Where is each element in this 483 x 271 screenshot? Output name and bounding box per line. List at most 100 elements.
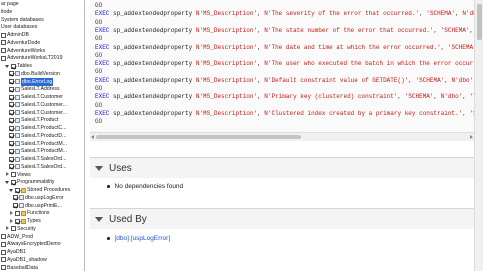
code-token: N'MS_Description': [195, 10, 258, 18]
chevron-right-icon[interactable]: [5, 172, 10, 177]
tree-item-checkbox[interactable]: [9, 110, 14, 115]
used-by-section-title: Used By: [109, 213, 147, 225]
tree-item-checkbox[interactable]: [9, 156, 14, 162]
chevron-down-icon[interactable]: [5, 180, 10, 185]
code-token: GO: [95, 101, 103, 109]
tree-item-label: BaseballData: [7, 264, 38, 271]
code-token: EXEC: [95, 109, 114, 117]
tree-item-checkbox[interactable]: [11, 179, 16, 185]
tree-item-checkbox[interactable]: [9, 71, 14, 77]
code-token: N'dbo': [440, 93, 463, 101]
tree-item-checkbox[interactable]: [1, 249, 6, 255]
code-token: GO: [95, 35, 103, 43]
tree-item-checkbox[interactable]: [1, 257, 6, 263]
tree-item-checkbox[interactable]: [15, 218, 20, 224]
uses-section-body: No dependencies found: [90, 178, 474, 198]
tree-item[interactable]: BaseballData: [1, 264, 38, 271]
code-token: sp_addextendedproperty: [113, 26, 196, 34]
table-icon: [15, 156, 20, 162]
tree-item-checkbox[interactable]: [1, 234, 6, 239]
code-token: 'SCHEMA': [440, 26, 470, 34]
scroll-left-icon[interactable]: [91, 134, 94, 139]
code-token: sp_addextendedproperty: [113, 109, 196, 117]
folder-icon: [21, 218, 26, 224]
code-line: GO: [95, 118, 102, 126]
chevron-down-icon[interactable]: [9, 188, 14, 193]
table-icon: [15, 117, 20, 123]
list-item: [dbo].[uspLogError]: [107, 235, 170, 242]
tree-item-checkbox[interactable]: [11, 226, 16, 232]
code-token: N'Default constraint value of GETDATE()': [264, 76, 409, 84]
code-token: N'MS_Description': [195, 43, 258, 51]
chevron-right-icon[interactable]: [9, 218, 14, 224]
tree-item-checkbox[interactable]: [1, 55, 6, 61]
code-horizontal-scrollbar[interactable]: [90, 132, 474, 141]
table-icon: [15, 148, 20, 154]
tree-item-checkbox[interactable]: [1, 48, 6, 53]
tree-item-checkbox[interactable]: [1, 32, 6, 38]
tree-item-checkbox[interactable]: [9, 94, 14, 100]
used-by-link[interactable]: [dbo].[uspLogError]: [115, 235, 171, 242]
code-line: GO: [95, 102, 102, 110]
tree-item-checkbox[interactable]: [9, 117, 14, 123]
code-token: N'MS_Description': [195, 109, 258, 117]
tree-item-checkbox[interactable]: [9, 148, 14, 154]
tree-item-checkbox[interactable]: [9, 164, 14, 170]
scrollbar-thumb[interactable]: [477, 4, 482, 40]
script-code-view[interactable]: GO EXEC sp_addextendedproperty N'MS_Descr…: [90, 0, 474, 141]
chevron-right-icon[interactable]: [9, 210, 14, 216]
scroll-right-icon[interactable]: [470, 134, 473, 139]
code-token: 'SCHEMA': [426, 10, 456, 18]
table-icon: [15, 125, 20, 131]
tree-item-checkbox[interactable]: [9, 86, 14, 92]
code-line: GO: [95, 35, 102, 43]
tree-item-checkbox[interactable]: [15, 210, 20, 216]
page-vertical-scrollbar[interactable]: [474, 0, 483, 271]
folder-icon: [21, 187, 26, 193]
code-token: GO: [95, 51, 103, 59]
code-token: N'MS_Description': [195, 93, 258, 101]
object-tree[interactable]: ar page itode System databases User databas…: [0, 0, 85, 271]
proc-icon: [19, 195, 24, 201]
code-token: 'SCHEMA': [447, 43, 474, 51]
table-icon: [15, 71, 20, 77]
chevron-down-icon[interactable]: [5, 64, 10, 69]
tree-item-checkbox[interactable]: [9, 79, 14, 84]
tree-item-checkbox[interactable]: [13, 195, 18, 201]
code-token: N'The user who executed the batch in whi…: [264, 60, 474, 68]
chevron-right-icon[interactable]: [5, 226, 10, 231]
tree-item-checkbox[interactable]: [1, 241, 6, 247]
code-token: EXEC: [95, 76, 114, 84]
tree-item-checkbox[interactable]: [13, 203, 18, 208]
tree-item-checkbox[interactable]: [9, 102, 14, 108]
code-token: GO: [95, 118, 103, 126]
code-token: sp_addextendedproperty: [113, 76, 196, 84]
code-token: sp_addextendedproperty: [113, 43, 196, 51]
tree-item-checkbox[interactable]: [11, 63, 16, 69]
scrollbar-thumb[interactable]: [96, 135, 301, 139]
table-icon: [15, 133, 20, 139]
tree-item-checkbox[interactable]: [11, 172, 16, 177]
uses-section-title: Uses: [109, 162, 132, 174]
code-token: GO: [95, 2, 103, 9]
uses-section-header[interactable]: Uses: [90, 157, 474, 179]
code-token: EXEC: [95, 43, 114, 51]
code-token: EXEC: [95, 10, 114, 18]
collapse-chevron-icon[interactable]: [95, 216, 103, 222]
code-line: EXEC sp_addextendedproperty N'MS_Descrip…: [95, 60, 474, 68]
code-token: N'The severity of the error that occurre…: [264, 10, 420, 18]
code-line: EXEC sp_addextendedproperty N'MS_Descrip…: [95, 27, 474, 35]
tree-item-checkbox[interactable]: [15, 187, 20, 193]
code-token: ,: [433, 26, 441, 34]
code-token: ,: [397, 93, 405, 101]
tree-item-checkbox[interactable]: [1, 265, 6, 270]
table-icon: [15, 110, 20, 115]
tree-item-checkbox[interactable]: [9, 141, 14, 146]
collapse-chevron-icon[interactable]: [95, 165, 103, 171]
used-by-section-header[interactable]: Used By: [90, 208, 474, 230]
tree-item-checkbox[interactable]: [1, 40, 6, 46]
code-token: N'dbo': [462, 10, 474, 18]
tree-item-checkbox[interactable]: [9, 133, 14, 139]
code-token: ,: [408, 76, 416, 84]
tree-item-checkbox[interactable]: [9, 125, 14, 131]
